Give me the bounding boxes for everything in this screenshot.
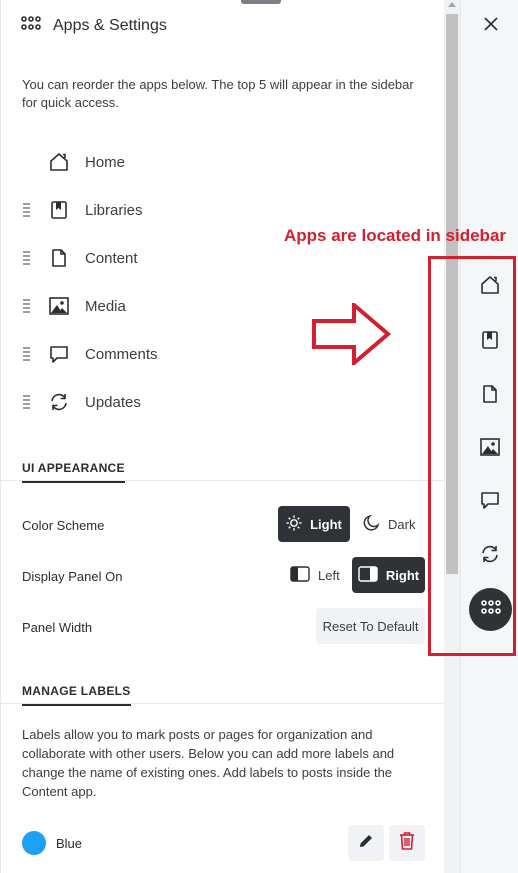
panel-header: Apps & Settings (21, 16, 167, 35)
dark-scheme-button[interactable]: Dark (362, 506, 415, 542)
panel-right-icon (358, 565, 378, 585)
drag-handle-icon[interactable] (23, 251, 31, 265)
app-label-content: Content (85, 249, 138, 267)
labels-description: Labels allow you to mark posts or pages … (22, 727, 395, 799)
pencil-icon (357, 832, 375, 855)
drag-handle-icon[interactable] (23, 395, 31, 409)
app-label-comments: Comments (85, 345, 158, 363)
panel-width-label: Panel Width (22, 620, 93, 635)
panel-drag-handle[interactable] (241, 0, 281, 4)
panel-left-button[interactable]: Left (290, 557, 340, 593)
label-color-swatch[interactable] (22, 831, 46, 855)
dark-scheme-label: Dark (388, 516, 416, 532)
app-label-home: Home (85, 153, 126, 171)
apps-grid-icon (21, 16, 41, 35)
section-divider (1, 703, 445, 704)
annotation-arrow-icon (312, 300, 392, 370)
panel-right-label: Right (385, 567, 420, 583)
close-button[interactable] (481, 16, 501, 36)
reset-width-button[interactable]: Reset To Default (316, 608, 425, 644)
app-list: Home Libraries Content Media Comments Up… (1, 138, 445, 426)
color-scheme-label: Color Scheme (22, 518, 105, 533)
home-icon (47, 150, 71, 174)
drag-handle-icon[interactable] (23, 203, 31, 217)
panel-title: Apps & Settings (53, 16, 167, 34)
section-divider (1, 480, 445, 481)
delete-label-button[interactable] (389, 825, 425, 861)
label-name: Blue (56, 836, 83, 851)
sun-icon (286, 515, 302, 534)
intro-text: You can reorder the apps below. The top … (22, 77, 414, 110)
panel-left-icon (290, 565, 310, 585)
display-panel-label: Display Panel On (22, 569, 123, 584)
drag-handle-icon[interactable] (23, 299, 31, 313)
apps-settings-panel: Apps & Settings You can reorder the apps… (0, 0, 445, 873)
light-scheme-label: Light (310, 516, 342, 532)
app-label-libraries: Libraries (85, 201, 143, 219)
panel-right-button[interactable]: Right (352, 557, 425, 593)
comments-icon (47, 342, 71, 366)
trash-icon (398, 831, 416, 856)
app-row-home[interactable]: Home (1, 138, 445, 186)
drag-handle-icon[interactable] (23, 347, 31, 361)
annotation-text: Apps are located in sidebar (284, 226, 507, 245)
app-row-updates[interactable]: Updates (1, 378, 445, 426)
annotation-box (428, 256, 516, 656)
moon-icon (362, 514, 380, 535)
updates-icon (47, 390, 71, 414)
app-label-updates: Updates (85, 393, 141, 411)
edit-label-button[interactable] (348, 825, 384, 861)
libraries-icon (47, 198, 71, 222)
scroll-up-arrow-icon[interactable] (448, 2, 456, 7)
close-icon (483, 16, 499, 37)
app-label-media: Media (85, 297, 126, 315)
panel-left-label: Left (318, 567, 340, 583)
media-icon (47, 294, 71, 318)
light-scheme-button[interactable]: Light (278, 506, 350, 542)
content-icon (47, 246, 71, 270)
